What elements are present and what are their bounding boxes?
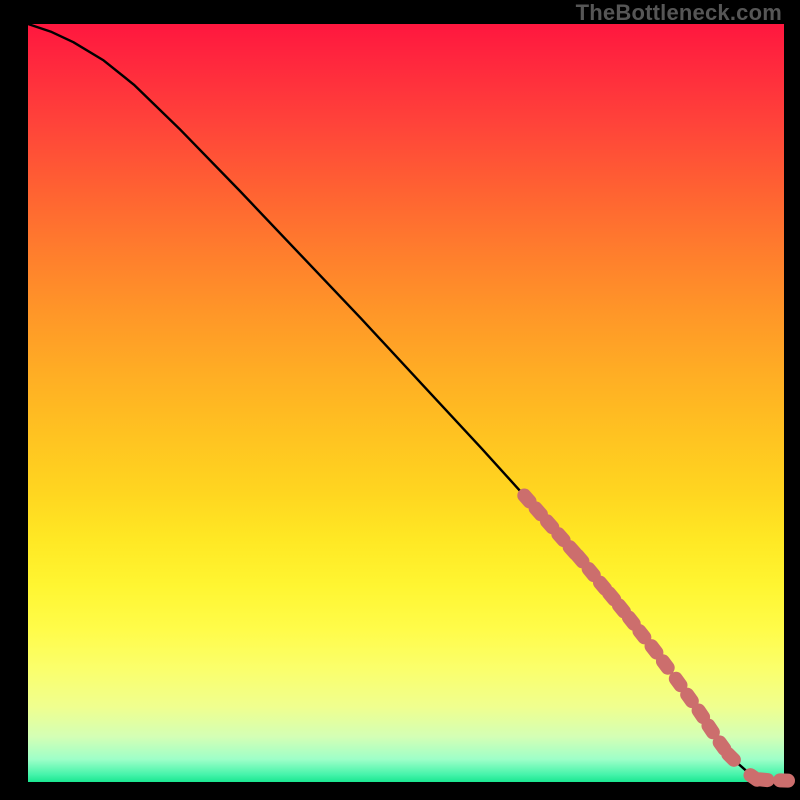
watermark-text: TheBottleneck.com — [576, 0, 782, 26]
chart-container: TheBottleneck.com — [0, 0, 800, 800]
plot-background — [28, 24, 784, 782]
